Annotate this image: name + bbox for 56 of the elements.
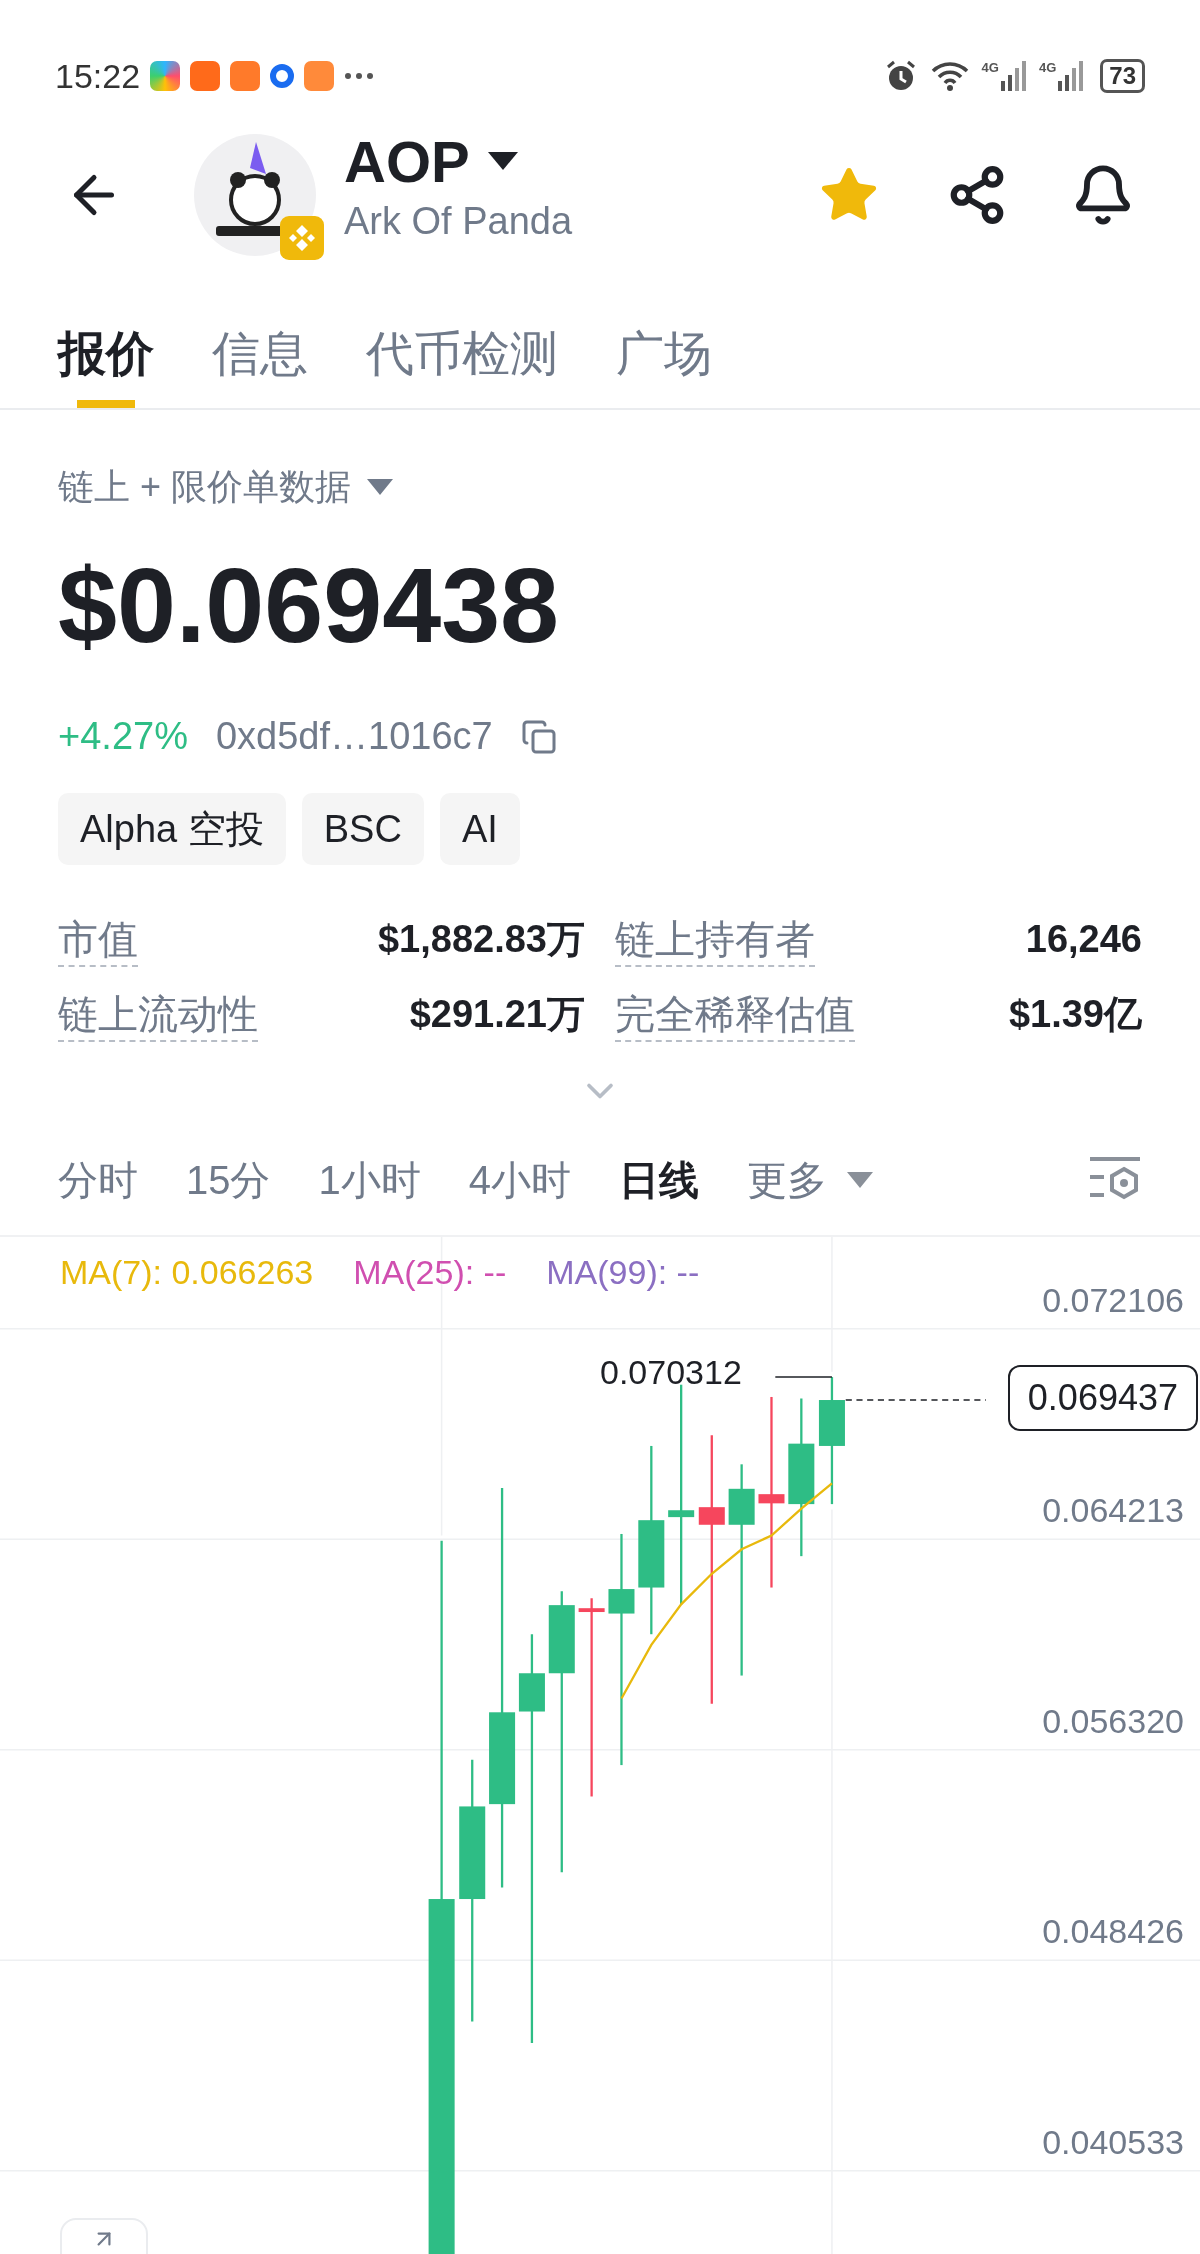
stat-label[interactable]: 完全稀释估值 [615, 987, 855, 1042]
network-label: 4G [981, 61, 999, 74]
tab[interactable]: 广场 [616, 330, 712, 408]
app-icon [150, 61, 181, 91]
timeframe-tab[interactable]: 4小时 [468, 1150, 571, 1210]
contract-address: 0xd5df…1016c7 [215, 714, 493, 759]
timeframe-tab[interactable]: 日线 [619, 1150, 699, 1210]
data-source-dropdown[interactable]: 链上 + 限价单数据 [58, 460, 394, 514]
copy-icon[interactable] [520, 718, 557, 755]
app-icon [190, 61, 221, 91]
tab[interactable]: 信息 [212, 330, 308, 408]
tag: AI [439, 793, 520, 865]
battery-indicator: 73 [1100, 59, 1145, 93]
bnb-badge-icon [280, 216, 324, 260]
timeframe-tab[interactable]: 15分 [186, 1150, 271, 1210]
signal-icon [1058, 61, 1085, 91]
token-symbol[interactable]: AOP [344, 129, 470, 194]
price-change: +4.27% [58, 714, 188, 759]
wifi-icon [929, 60, 970, 92]
app-icon [270, 64, 295, 88]
signal-icon [1000, 61, 1027, 91]
status-time: 15:22 [55, 55, 141, 97]
price-axis-label: 0.056320 [1042, 1703, 1184, 1738]
caret-icon [847, 1172, 873, 1188]
price-axis-label: 0.064213 [1042, 1493, 1184, 1528]
caret-icon [367, 479, 394, 495]
stat-value: $1,882.83万 [377, 917, 585, 962]
more-dropdown[interactable]: 更多 [747, 1150, 873, 1210]
stat-value: $1.39亿 [1008, 992, 1142, 1037]
dropdown-caret-icon[interactable] [487, 152, 518, 171]
high-price-label: 0.070312 [600, 1355, 742, 1389]
stat-value: $291.21万 [409, 992, 585, 1037]
tab[interactable]: 代币检测 [366, 330, 558, 408]
ma-legend: MA(25): -- [353, 1247, 507, 1298]
timeframe-tab[interactable]: 1小时 [318, 1150, 421, 1210]
token-name: Ark Of Panda [344, 199, 573, 245]
last-price-label: 0.069437 [1007, 1365, 1198, 1431]
tab[interactable]: 报价 [58, 330, 154, 408]
stat-label[interactable]: 链上持有者 [615, 912, 815, 967]
more-icon [344, 72, 375, 80]
network-label: 4G [1038, 61, 1057, 74]
leader-line [774, 1376, 833, 1378]
timeframe-tab[interactable]: 分时 [58, 1150, 138, 1210]
price-axis-label: 0.040533 [1042, 2124, 1184, 2159]
ma-legend: MA(99): -- [546, 1247, 700, 1298]
stat-label[interactable]: 链上流动性 [58, 987, 258, 1042]
app-icon [230, 61, 261, 91]
tag: Alpha 空投 [58, 793, 286, 865]
ma-legend: MA(7): 0.066263 [60, 1247, 314, 1298]
stat-value: 16,246 [1025, 917, 1142, 962]
current-price: $0.069438 [58, 552, 561, 658]
price-axis-label: 0.048426 [1042, 1914, 1184, 1949]
stat-label[interactable]: 市值 [58, 912, 138, 967]
tag: BSC [301, 793, 424, 865]
price-axis-label: 0.072106 [1042, 1282, 1184, 1317]
app-icon [304, 61, 335, 91]
